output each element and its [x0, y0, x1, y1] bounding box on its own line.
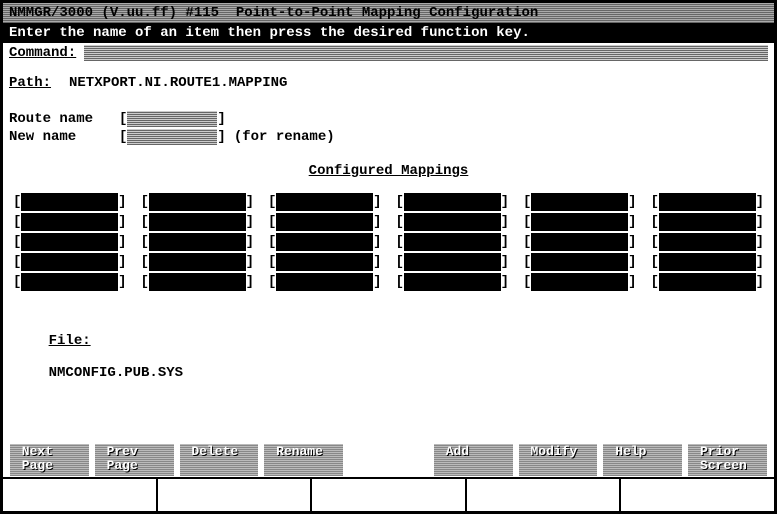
file-label: File: — [49, 333, 91, 349]
fkey-prev[interactable]: Prev Page — [95, 444, 174, 476]
instruction-bar: Enter the name of an item then press the… — [3, 23, 774, 43]
fkey-add[interactable]: Add — [434, 444, 513, 476]
mapping-slot[interactable]: [] — [651, 213, 765, 231]
mappings-grid: [] [] [] [] [] [] [] [] [] [] [] [] [] [] [] [] [] [] [] []… — [9, 193, 768, 293]
new-name-input[interactable] — [127, 129, 217, 145]
fkey-blank — [349, 444, 428, 476]
mapping-slot[interactable]: [] — [396, 193, 510, 211]
fkey-modify[interactable]: Modify — [519, 444, 598, 476]
route-name-input[interactable] — [127, 111, 217, 127]
mapping-slot[interactable]: [] — [13, 193, 127, 211]
mapping-slot[interactable]: [] — [13, 273, 127, 291]
mapping-slot[interactable]: [] — [396, 253, 510, 271]
mapping-slot[interactable]: [] — [141, 193, 255, 211]
command-label: Command: — [9, 45, 76, 61]
function-key-row: Next Page Prev Page Delete Rename Add Mo… — [6, 444, 771, 476]
mapping-slot[interactable]: [] — [651, 253, 765, 271]
section-heading: Configured Mappings — [9, 163, 768, 179]
mapping-slot[interactable]: [] — [141, 213, 255, 231]
status-bar — [3, 477, 774, 511]
route-name-label: Route name — [9, 111, 119, 127]
rename-hint: (for rename) — [234, 129, 335, 145]
mapping-slot[interactable]: [] — [141, 253, 255, 271]
mapping-slot[interactable]: [] — [523, 253, 637, 271]
status-cell — [3, 479, 158, 511]
title-bar: NMMGR/3000 (V.uu.ff) #115 Point-to-Point… — [3, 3, 774, 23]
mapping-slot[interactable]: [] — [13, 253, 127, 271]
fkey-help[interactable]: Help — [603, 444, 682, 476]
status-cell — [467, 479, 622, 511]
fkey-delete[interactable]: Delete — [180, 444, 259, 476]
mapping-slot[interactable]: [] — [396, 213, 510, 231]
mapping-slot[interactable]: [] — [651, 193, 765, 211]
mapping-slot[interactable]: [] — [396, 273, 510, 291]
mapping-slot[interactable]: [] — [141, 233, 255, 251]
mapping-slot[interactable]: [] — [13, 213, 127, 231]
mapping-slot[interactable]: [] — [396, 233, 510, 251]
mapping-slot[interactable]: [] — [268, 253, 382, 271]
status-cell — [312, 479, 467, 511]
file-value: NMCONFIG.PUB.SYS — [49, 365, 183, 381]
mapping-slot[interactable]: [] — [268, 233, 382, 251]
path-value: NETXPORT.NI.ROUTE1.MAPPING — [69, 75, 287, 91]
mapping-slot[interactable]: [] — [268, 273, 382, 291]
mapping-slot[interactable]: [] — [651, 273, 765, 291]
fkey-rename[interactable]: Rename — [264, 444, 343, 476]
fkey-prior[interactable]: Prior Screen — [688, 444, 767, 476]
mapping-slot[interactable]: [] — [268, 213, 382, 231]
mapping-slot[interactable]: [] — [523, 213, 637, 231]
mapping-slot[interactable]: [] — [523, 233, 637, 251]
mapping-slot[interactable]: [] — [141, 273, 255, 291]
path-label: Path: — [9, 75, 69, 91]
mapping-slot[interactable]: [] — [13, 233, 127, 251]
status-cell — [158, 479, 313, 511]
mapping-slot[interactable]: [] — [651, 233, 765, 251]
mapping-slot[interactable]: [] — [268, 193, 382, 211]
new-name-label: New name — [9, 129, 119, 145]
mapping-slot[interactable]: [] — [523, 193, 637, 211]
fkey-next[interactable]: Next Page — [10, 444, 89, 476]
mapping-slot[interactable]: [] — [523, 273, 637, 291]
command-input[interactable] — [84, 45, 768, 61]
status-cell — [621, 479, 774, 511]
